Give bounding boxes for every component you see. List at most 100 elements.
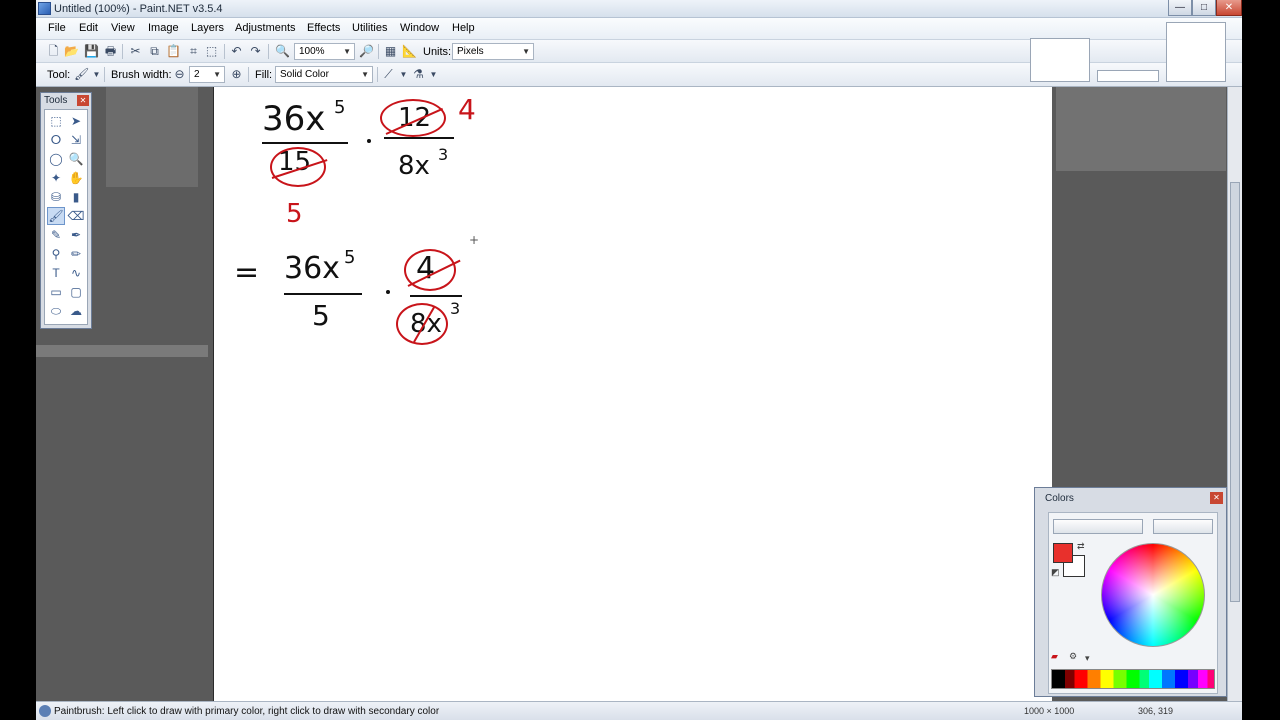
pencil-icon[interactable]: ✎: [47, 226, 65, 244]
ellipse-icon[interactable]: ⬭: [47, 302, 65, 320]
chevron-down-icon[interactable]: ▼: [396, 67, 411, 82]
undo-icon[interactable]: ↶: [229, 44, 244, 59]
color-wheel[interactable]: [1101, 543, 1205, 647]
less-button[interactable]: [1053, 519, 1143, 534]
menu-image[interactable]: Image: [148, 22, 179, 34]
cut-icon[interactable]: ✂: [128, 44, 143, 59]
app-icon[interactable]: [38, 2, 51, 15]
rulers-icon[interactable]: 📐: [402, 44, 417, 59]
menu-window[interactable]: Window: [400, 22, 439, 34]
chevron-down-icon: ▼: [361, 70, 369, 79]
chevron-down-icon[interactable]: ▼: [426, 67, 441, 82]
move-selected-icon[interactable]: ⇲: [67, 131, 85, 149]
vertical-scrollbar[interactable]: [1227, 87, 1242, 701]
gradient-icon[interactable]: ▮: [67, 188, 85, 206]
swap-colors-icon[interactable]: ⇄: [1077, 541, 1085, 552]
palette-menu-icon[interactable]: ⚙: [1069, 651, 1077, 662]
title-bar: Untitled (100%) - Paint.NET v3.5.4 — □ ✕: [36, 0, 1242, 18]
increase-width-icon[interactable]: ⊕: [229, 67, 244, 82]
zoom-combo[interactable]: 100% ▼: [294, 43, 355, 60]
cursor-position: 306, 319: [1138, 706, 1174, 716]
window-title: Untitled (100%) - Paint.NET v3.5.4: [54, 3, 223, 15]
fill-combo[interactable]: Solid Color ▼: [275, 66, 373, 83]
history-thumbnail[interactable]: [1166, 22, 1226, 82]
zoom-value: 100%: [299, 46, 325, 57]
blending-icon[interactable]: ⚗: [411, 67, 426, 82]
image-thumbnail[interactable]: [1030, 38, 1090, 82]
move-selection-icon[interactable]: ➤: [67, 112, 85, 130]
menu-help[interactable]: Help: [452, 22, 475, 34]
tools-close-button[interactable]: ✕: [77, 95, 89, 106]
more-button[interactable]: [1153, 519, 1213, 534]
open-icon[interactable]: 📂: [64, 44, 79, 59]
minimize-button[interactable]: —: [1168, 0, 1192, 16]
recolor-icon[interactable]: ✏: [67, 245, 85, 263]
menu-utilities[interactable]: Utilities: [352, 22, 387, 34]
paintbrush-tool-icon[interactable]: 🖌: [47, 207, 65, 225]
menu-adjustments[interactable]: Adjustments: [235, 22, 296, 34]
eraser-icon[interactable]: ⌫: [67, 207, 85, 225]
brush-width-combo[interactable]: 2 ▼: [189, 66, 225, 83]
text-icon[interactable]: T: [47, 264, 65, 282]
reset-colors-icon[interactable]: ◩: [1051, 567, 1060, 578]
color-palette[interactable]: [1051, 669, 1215, 689]
menu-view[interactable]: View: [111, 22, 135, 34]
ellipse-select-icon[interactable]: ◯: [47, 150, 65, 168]
pan-icon[interactable]: ✋: [67, 169, 85, 187]
zoom-icon[interactable]: 🔍: [67, 150, 85, 168]
crop-icon[interactable]: ⌗: [186, 44, 201, 59]
copy-icon[interactable]: ⧉: [147, 44, 162, 59]
maximize-button[interactable]: □: [1192, 0, 1216, 16]
line-curve-icon[interactable]: ∿: [67, 264, 85, 282]
brush-width-label: Brush width:: [111, 69, 172, 81]
tool-label: Tool:: [47, 69, 71, 81]
menu-effects[interactable]: Effects: [307, 22, 340, 34]
chevron-down-icon[interactable]: ▼: [89, 67, 104, 82]
menu-file[interactable]: File: [48, 22, 66, 34]
fraction2-exponent: 3: [438, 145, 449, 164]
new-icon[interactable]: 🗋: [46, 44, 61, 59]
decrease-width-icon[interactable]: ⊖: [172, 67, 187, 82]
thumbnail-scroll[interactable]: [1097, 70, 1159, 82]
multiply-dot: [367, 139, 371, 143]
tools-grid: ⬚ ➤ ⵔ ⇲ ◯ 🔍 ✦ ✋ ⛁ ▮ 🖌 ⌫ ✎ ✒ ⚲ ✏ T ∿ ▭ ▢ …: [44, 109, 88, 325]
fraction2-denominator: 8x: [398, 151, 430, 181]
colors-close-button[interactable]: ✕: [1210, 492, 1223, 504]
grid-icon[interactable]: ▦: [383, 44, 398, 59]
freeform-shape-icon[interactable]: ☁: [67, 302, 85, 320]
colors-title: Colors: [1045, 493, 1074, 504]
paint-bucket-icon[interactable]: ⛁: [47, 188, 65, 206]
paste-icon[interactable]: 📋: [166, 44, 181, 59]
cancel-circle: [270, 147, 326, 187]
primary-color-swatch[interactable]: [1053, 543, 1073, 563]
chevron-down-icon: ▼: [213, 70, 221, 79]
reduced-four: 4: [458, 93, 476, 126]
redo-icon[interactable]: ↷: [248, 44, 263, 59]
fill-value: Solid Color: [280, 69, 329, 80]
scrollbar-thumb[interactable]: [1230, 182, 1240, 602]
lasso-select-icon[interactable]: ⵔ: [47, 131, 65, 149]
chevron-down-icon[interactable]: ▾: [1085, 653, 1090, 664]
magic-wand-icon[interactable]: ✦: [47, 169, 65, 187]
zoom-in-icon[interactable]: 🔎: [359, 44, 374, 59]
cursor-crosshair-icon: +: [469, 233, 480, 247]
menu-layers[interactable]: Layers: [191, 22, 224, 34]
palette-primary-icon[interactable]: ▰: [1051, 651, 1058, 662]
rounded-rectangle-icon[interactable]: ▢: [67, 283, 85, 301]
units-combo[interactable]: Pixels ▼: [452, 43, 534, 60]
fraction3-denominator: 5: [312, 299, 330, 332]
antialiasing-icon[interactable]: ⟋: [381, 67, 396, 82]
rectangle-icon[interactable]: ▭: [47, 283, 65, 301]
save-icon[interactable]: 💾: [84, 44, 99, 59]
rectangle-select-icon[interactable]: ⬚: [47, 112, 65, 130]
color-picker-icon[interactable]: ✒: [67, 226, 85, 244]
print-icon[interactable]: 🖶: [103, 44, 118, 59]
close-button[interactable]: ✕: [1216, 0, 1242, 16]
clone-stamp-icon[interactable]: ⚲: [47, 245, 65, 263]
paintbrush-icon[interactable]: 🖌: [74, 67, 89, 82]
menu-edit[interactable]: Edit: [79, 22, 98, 34]
chevron-down-icon: ▼: [522, 47, 530, 56]
zoom-out-icon[interactable]: 🔍: [275, 44, 290, 59]
drawing-canvas[interactable]: 36x 5 15 12 8x 3 4 5 + = 36x 5 5 4 8x 3: [213, 87, 1052, 701]
deselect-icon[interactable]: ⬚: [204, 44, 219, 59]
